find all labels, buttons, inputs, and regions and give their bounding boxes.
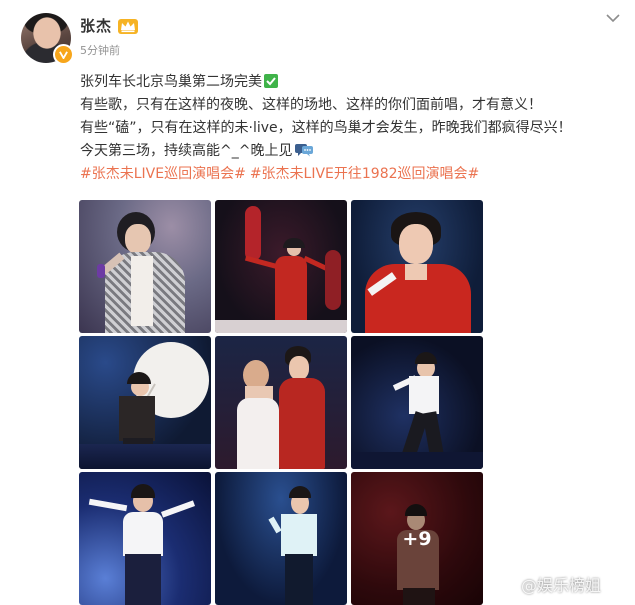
chevron-down-icon[interactable] <box>604 11 622 25</box>
weibo-logo-icon <box>499 574 518 590</box>
photo-9[interactable]: +9 <box>351 472 483 605</box>
post-time[interactable]: 5分钟前 <box>80 42 120 58</box>
post-text: 张列车长北京鸟巢第二场完美 有些歌，只有在这样的夜晚、这样的场地、这样的你们面前… <box>80 71 620 186</box>
text-line-4-content: 今天第三场，持续高能^_^晚上见 <box>80 143 293 159</box>
avatar[interactable] <box>21 13 74 65</box>
photo-3[interactable] <box>351 200 483 333</box>
username[interactable]: 张杰 <box>80 15 112 36</box>
text-line-3: 有些“磕”，只有在这样的未·live，这样的鸟巢才会发生，昨晚我们都疯得尽兴！ <box>80 120 572 136</box>
photo-8[interactable] <box>215 472 347 605</box>
crown-badge-icon <box>118 19 138 34</box>
text-line-2: 有些歌，只有在这样的夜晚、这样的场地、这样的你们面前唱，才有意义！ <box>80 97 542 113</box>
hashtag-2[interactable]: #张杰未LIVE开往1982巡回演唱会# <box>250 166 479 182</box>
photo-6[interactable] <box>351 336 483 469</box>
more-photos-count[interactable]: +9 <box>351 472 483 605</box>
photo-5[interactable] <box>215 336 347 469</box>
verified-icon <box>53 44 74 65</box>
photo-7[interactable] <box>79 472 211 605</box>
hashtag-1[interactable]: #张杰未LIVE巡回演唱会# <box>80 166 246 182</box>
weibo-post: 张杰 5分钟前 张列车长北京鸟巢第二场完美 有些歌，只有在这样的夜晚、这样的场地… <box>0 0 635 605</box>
text-line-1-content: 张列车长北京鸟巢第二场完美 <box>80 74 262 90</box>
photo-4[interactable] <box>79 336 211 469</box>
check-mark-icon <box>264 74 278 88</box>
text-line-4: 今天第三场，持续高能^_^晚上见 <box>80 140 620 163</box>
watermark-text: @娱乐榜姐 <box>521 576 602 595</box>
photo-1[interactable] <box>79 200 211 333</box>
text-line-1: 张列车长北京鸟巢第二场完美 <box>80 71 620 94</box>
speech-bubble-icon <box>295 144 314 157</box>
hashtag-line: #张杰未LIVE巡回演唱会# #张杰未LIVE开往1982巡回演唱会# <box>80 163 620 186</box>
photo-2[interactable] <box>215 200 347 333</box>
